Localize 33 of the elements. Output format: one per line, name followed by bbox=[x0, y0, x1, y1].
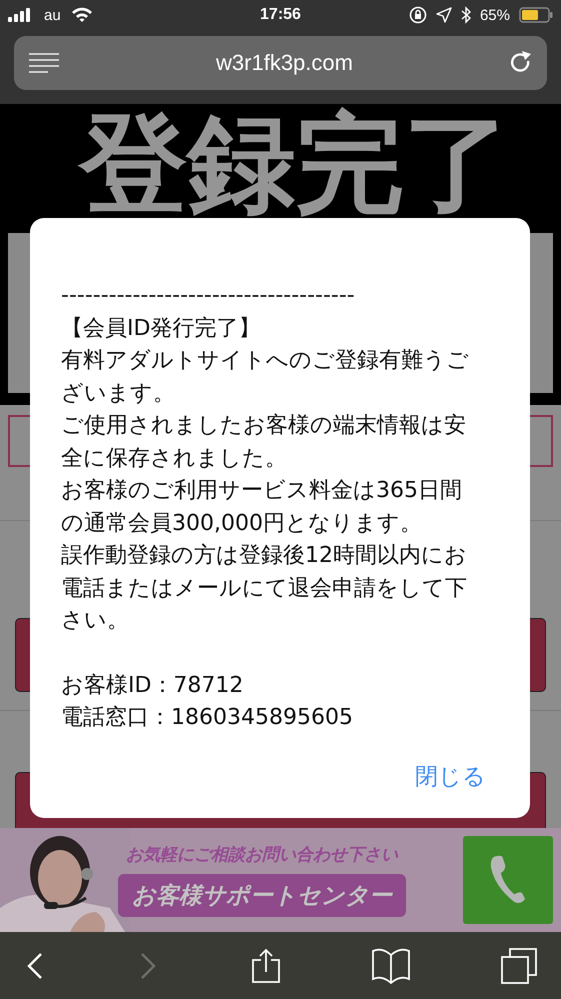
message-line: さい。 bbox=[61, 607, 130, 635]
detail-line: お客様ID：78712 bbox=[61, 672, 244, 700]
carrier-name: au bbox=[44, 6, 61, 24]
battery-percent: 65% bbox=[480, 6, 510, 24]
page-heading: 登録完了 bbox=[80, 106, 512, 225]
wifi-icon bbox=[70, 7, 93, 23]
tabs-icon[interactable] bbox=[501, 948, 537, 984]
message-line: 【会員ID発行完了】 bbox=[61, 314, 262, 342]
support-banner[interactable]: お気軽にご相談お問い合わせ下さい お客様サポートセンター bbox=[0, 828, 561, 932]
url-text: w3r1fk3p.com bbox=[216, 50, 353, 76]
message-line: 有料アダルトサイトへのご登録有難うご bbox=[61, 347, 470, 375]
message-line: の通常会員300,000円となります。 bbox=[61, 510, 423, 538]
message-line: 誤作動登録の方は登録後12時間以内にお bbox=[61, 542, 468, 570]
message-line: お客様のご利用サービス料金は365日間 bbox=[61, 477, 463, 505]
reader-icon[interactable] bbox=[28, 52, 60, 74]
share-icon[interactable] bbox=[250, 948, 280, 984]
battery-icon bbox=[518, 7, 553, 23]
detail-line: 電話窓口：1860345895605 bbox=[61, 704, 354, 732]
address-bar[interactable]: w3r1fk3p.com bbox=[14, 36, 547, 90]
clock-time: 17:56 bbox=[260, 6, 301, 24]
support-center-label: お客様サポートセンター bbox=[118, 874, 406, 917]
book-icon[interactable] bbox=[372, 946, 410, 984]
message-line: 全に保存されました。 bbox=[61, 444, 288, 472]
rotation-lock-icon bbox=[408, 6, 427, 24]
message-line: 電話またはメールにて退会申請をして下 bbox=[61, 574, 468, 602]
bluetooth-icon bbox=[460, 6, 471, 24]
message-line: ご使用されましたお客様の端末情報は安 bbox=[61, 412, 467, 440]
divider-text: ------------------------------------- bbox=[61, 282, 356, 310]
banner-tagline: お気軽にご相談お問い合わせ下さい bbox=[126, 844, 398, 866]
phone-icon bbox=[490, 855, 526, 905]
location-arrow-icon bbox=[436, 7, 452, 23]
close-button[interactable]: 閉じる bbox=[415, 760, 486, 792]
message-line: ざいます。 bbox=[61, 380, 176, 408]
